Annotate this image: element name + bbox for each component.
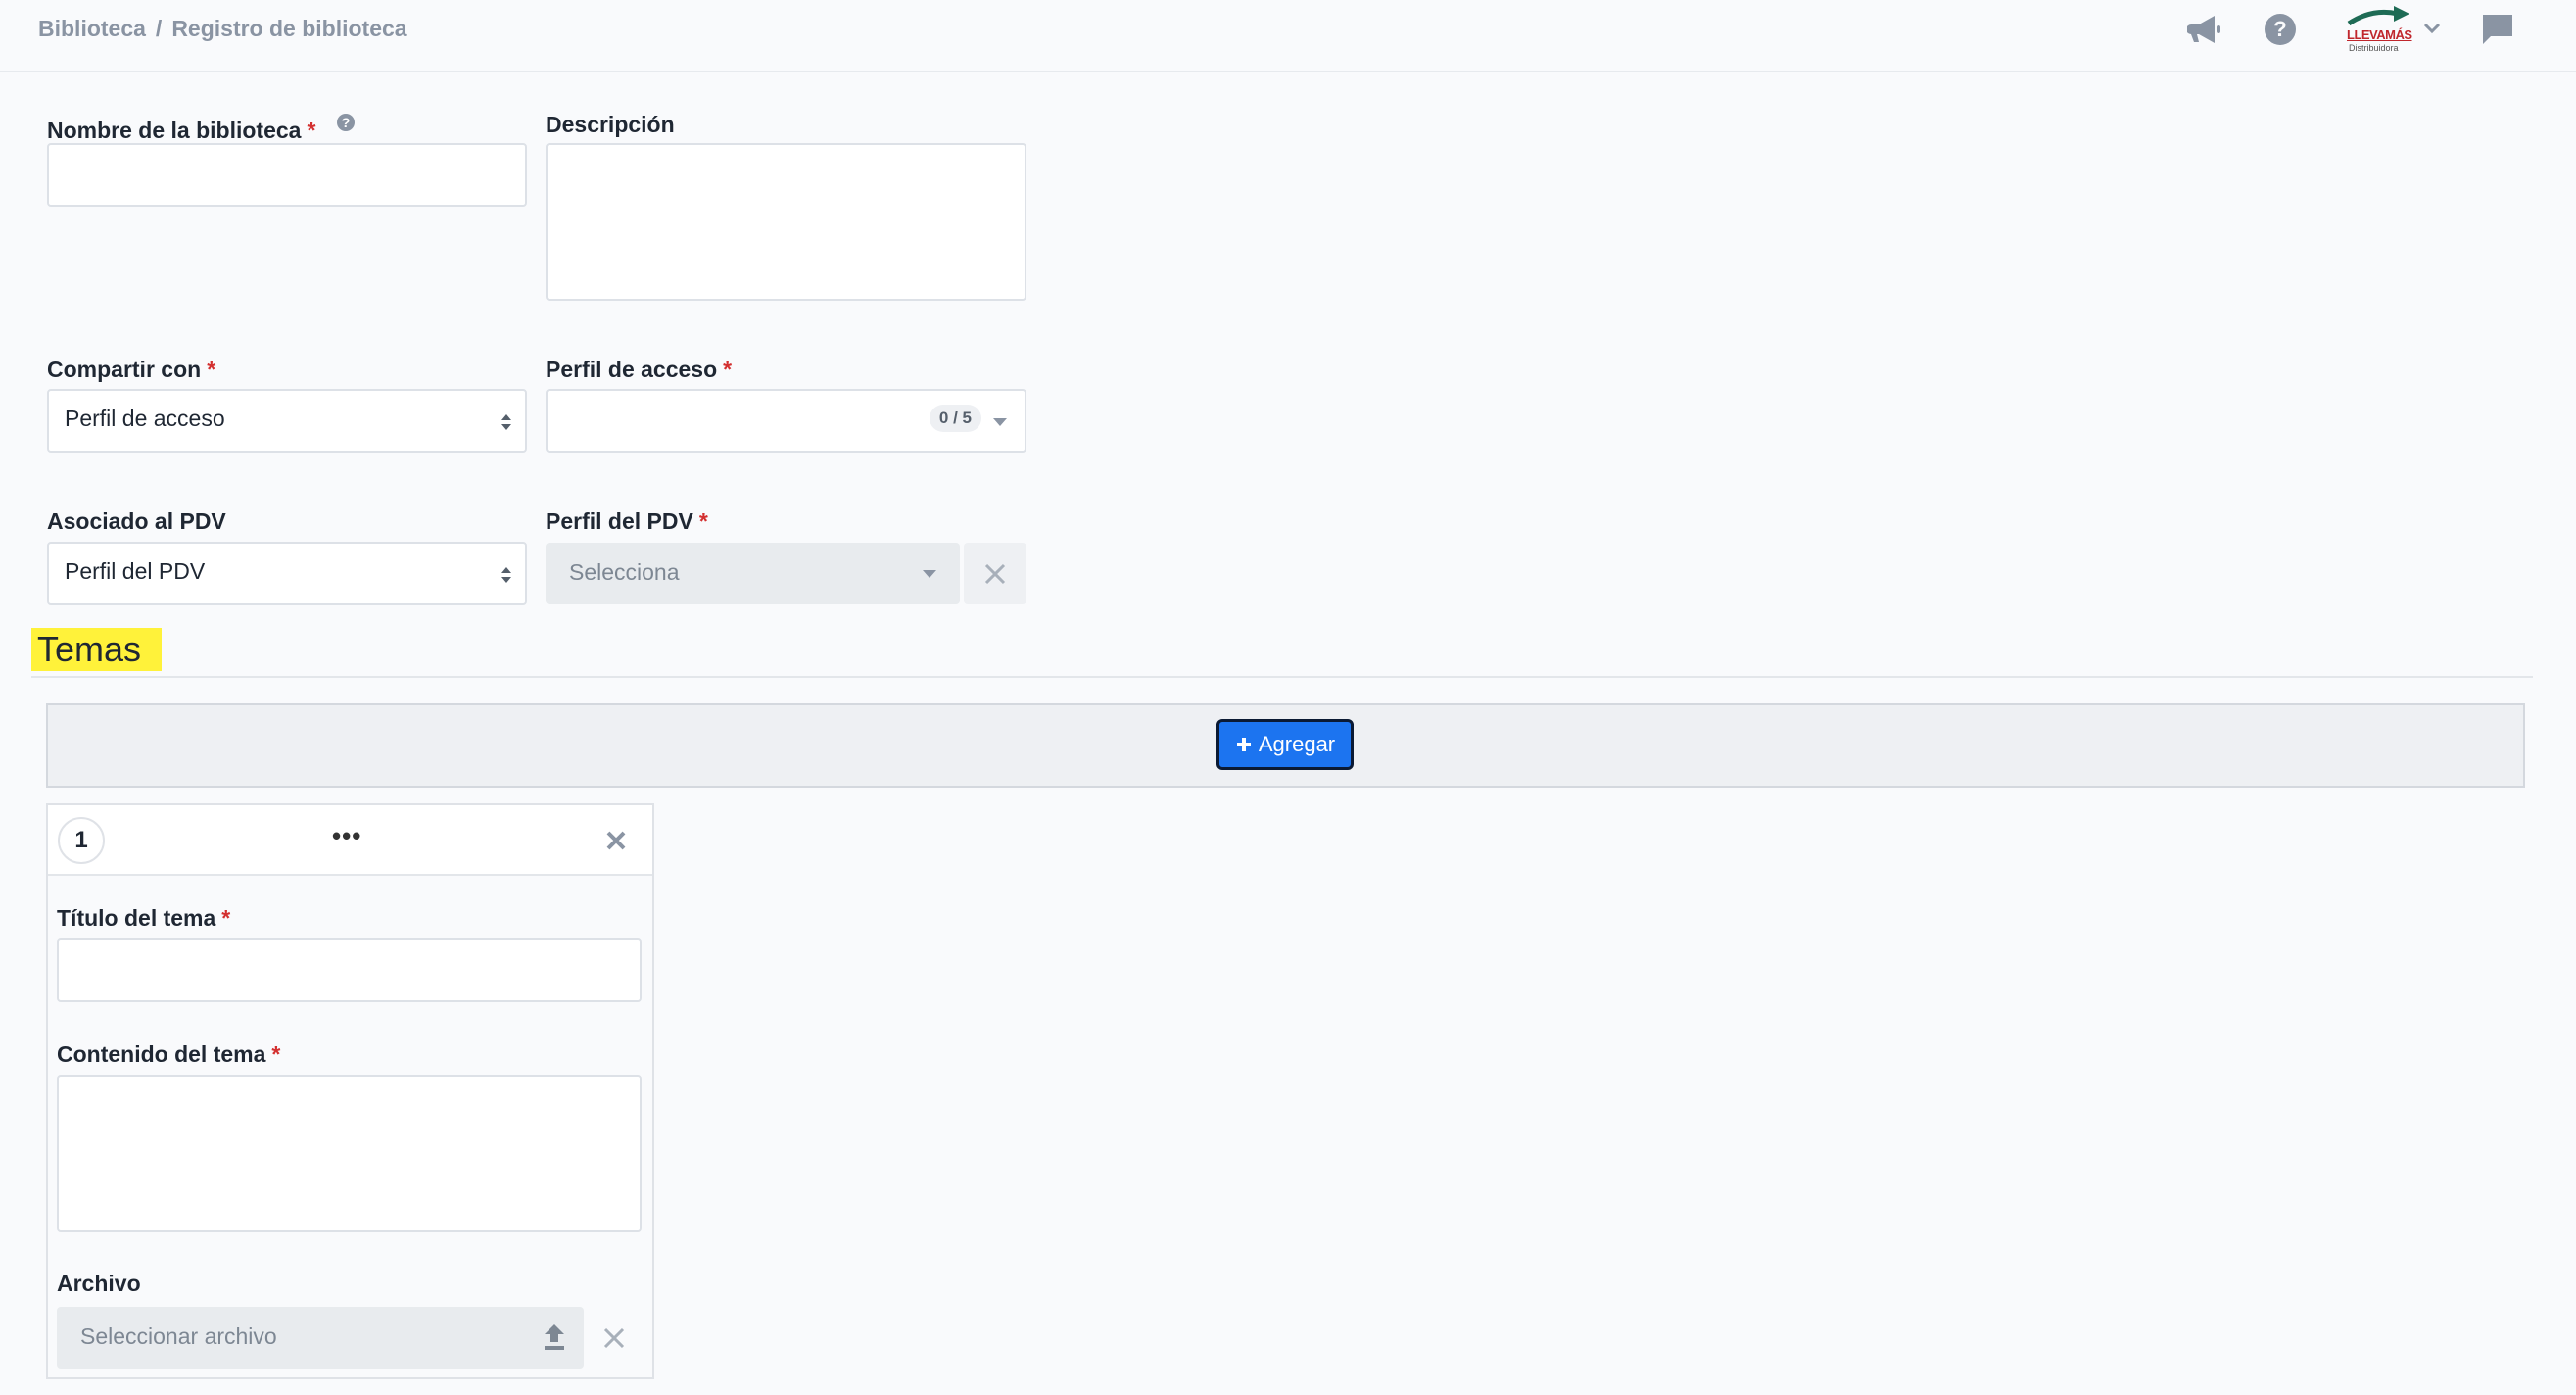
- help-circle-icon[interactable]: ?: [2263, 12, 2298, 47]
- archivo-placeholder: Seleccionar archivo: [80, 1323, 277, 1349]
- archivo-file-input[interactable]: Seleccionar archivo: [57, 1307, 584, 1369]
- required-mark: *: [207, 357, 216, 382]
- required-mark: *: [723, 357, 733, 382]
- nombre-input[interactable]: [47, 143, 527, 207]
- sort-arrows-icon: [501, 414, 511, 430]
- compartir-select[interactable]: Perfil de acceso: [47, 389, 527, 453]
- upload-icon: [545, 1324, 564, 1350]
- nombre-label-text: Nombre de la biblioteca: [47, 118, 302, 143]
- compartir-select-value: Perfil de acceso: [65, 406, 225, 431]
- tema-number: 1: [58, 817, 105, 864]
- descripcion-label: Descripción: [546, 112, 675, 137]
- perfil-acceso-label: Perfil de acceso *: [546, 357, 732, 383]
- clear-archivo-button[interactable]: [589, 1307, 642, 1369]
- svg-text:?: ?: [2273, 17, 2286, 41]
- remove-tema-icon[interactable]: [604, 829, 628, 852]
- sort-arrows-icon: [501, 567, 511, 583]
- question-icon[interactable]: ?: [336, 112, 356, 138]
- compartir-label: Compartir con *: [47, 357, 215, 383]
- section-divider: [31, 676, 2533, 678]
- compartir-label-text: Compartir con: [47, 357, 202, 382]
- asociado-select[interactable]: Perfil del PDV: [47, 542, 527, 605]
- close-icon: [984, 563, 1006, 585]
- svg-text:?: ?: [342, 115, 351, 130]
- asociado-select-value: Perfil del PDV: [65, 558, 206, 584]
- nombre-label: Nombre de la biblioteca * ?: [47, 112, 356, 144]
- perfil-pdv-placeholder: Selecciona: [569, 559, 680, 585]
- megaphone-icon[interactable]: [2186, 12, 2225, 47]
- tema-card-header: 1 •••: [48, 805, 652, 876]
- add-tema-button[interactable]: Agregar: [1216, 719, 1354, 770]
- descripcion-textarea[interactable]: [546, 143, 1026, 301]
- chat-icon[interactable]: [2480, 12, 2515, 47]
- caret-down-icon: [993, 418, 1007, 426]
- required-mark: *: [221, 905, 231, 931]
- top-bar: Biblioteca / Registro de biblioteca ? LL…: [0, 0, 2576, 72]
- logo-text: LLEVAMÁS: [2347, 27, 2412, 42]
- perfil-pdv-label-text: Perfil del PDV: [546, 508, 693, 534]
- close-icon: [603, 1327, 625, 1349]
- add-tema-label: Agregar: [1258, 732, 1336, 756]
- perfil-acceso-multiselect[interactable]: 0 / 5: [546, 389, 1026, 453]
- required-mark: *: [271, 1041, 281, 1067]
- perfil-pdv-select[interactable]: Selecciona: [546, 543, 960, 604]
- perfil-pdv-label: Perfil del PDV *: [546, 508, 708, 535]
- breadcrumb-separator: /: [155, 16, 163, 41]
- contenido-label: Contenido del tema *: [57, 1041, 280, 1068]
- archivo-label: Archivo: [57, 1271, 141, 1296]
- breadcrumb: Biblioteca / Registro de biblioteca: [38, 16, 407, 42]
- perfil-acceso-label-text: Perfil de acceso: [546, 357, 718, 382]
- required-mark: *: [698, 508, 708, 534]
- chevron-down-icon[interactable]: [2421, 18, 2443, 39]
- titulo-input[interactable]: [57, 938, 642, 1002]
- company-logo[interactable]: LLEVAMÁS Distribuidora: [2343, 4, 2415, 53]
- section-title: Temas: [31, 628, 162, 671]
- asociado-label: Asociado al PDV: [47, 508, 226, 534]
- required-mark: *: [307, 118, 316, 143]
- titulo-label: Título del tema *: [57, 905, 230, 932]
- clear-perfil-pdv-button[interactable]: [964, 543, 1026, 604]
- caret-down-icon: [923, 570, 936, 578]
- selection-counter: 0 / 5: [929, 405, 981, 432]
- titulo-label-text: Título del tema: [57, 905, 216, 931]
- more-menu-icon[interactable]: •••: [332, 821, 361, 851]
- breadcrumb-root[interactable]: Biblioteca: [38, 16, 146, 42]
- contenido-label-text: Contenido del tema: [57, 1041, 266, 1067]
- breadcrumb-current: Registro de biblioteca: [171, 16, 407, 41]
- tema-card: 1 ••• Título del tema * Contenido del tem…: [46, 803, 654, 1379]
- logo-subtext: Distribuidora: [2349, 43, 2399, 53]
- contenido-textarea[interactable]: [57, 1075, 642, 1232]
- plus-icon: [1236, 738, 1251, 751]
